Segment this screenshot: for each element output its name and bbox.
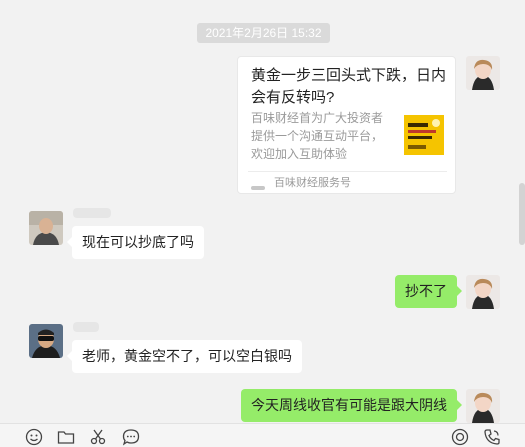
message-bubble[interactable]: 老师，黄金空不了，可以空白银吗	[67, 340, 302, 373]
sender-name-blurred	[73, 208, 111, 218]
input-toolbar	[0, 423, 525, 447]
article-description: 百味财经首为广大投资者提供一个沟通互动平台，欢迎加入互助体验	[251, 111, 384, 161]
voice-call-icon[interactable]	[482, 428, 502, 446]
live-icon[interactable]	[450, 428, 470, 446]
article-card[interactable]: 黄金一步三回头式下跌，日内会有反转吗? 百味财经首为广大投资者提供一个沟通互动平…	[237, 56, 456, 194]
message-bubble[interactable]: 现在可以抄底了吗	[67, 226, 204, 259]
contact-avatar[interactable]	[29, 324, 63, 358]
folder-icon[interactable]	[56, 428, 76, 446]
article-thumbnail	[404, 115, 444, 155]
sender-name-blurred	[73, 322, 99, 332]
message-bubble[interactable]: 抄不了	[395, 275, 462, 308]
chat-history-icon[interactable]	[121, 428, 141, 446]
article-source: 百味财经服务号	[274, 177, 351, 189]
emoji-icon[interactable]	[24, 428, 44, 446]
article-title: 黄金一步三回头式下跌，日内会有反转吗?	[251, 67, 447, 106]
my-avatar[interactable]	[466, 275, 500, 309]
chat-area: 2021年2月26日 15:32 黄金一步三回头式下跌，日内会有反转吗? 百味财…	[0, 0, 525, 423]
message-timestamp: 2021年2月26日 15:32	[197, 23, 330, 43]
message-bubble[interactable]: 今天周线收官有可能是跟大阴线	[241, 389, 462, 422]
my-avatar[interactable]	[466, 56, 500, 90]
official-account-icon	[251, 179, 265, 190]
card-divider	[248, 171, 447, 172]
contact-avatar[interactable]	[29, 211, 63, 245]
scissors-icon[interactable]	[88, 428, 108, 446]
chat-scrollbar[interactable]	[519, 183, 525, 245]
my-avatar[interactable]	[466, 389, 500, 423]
